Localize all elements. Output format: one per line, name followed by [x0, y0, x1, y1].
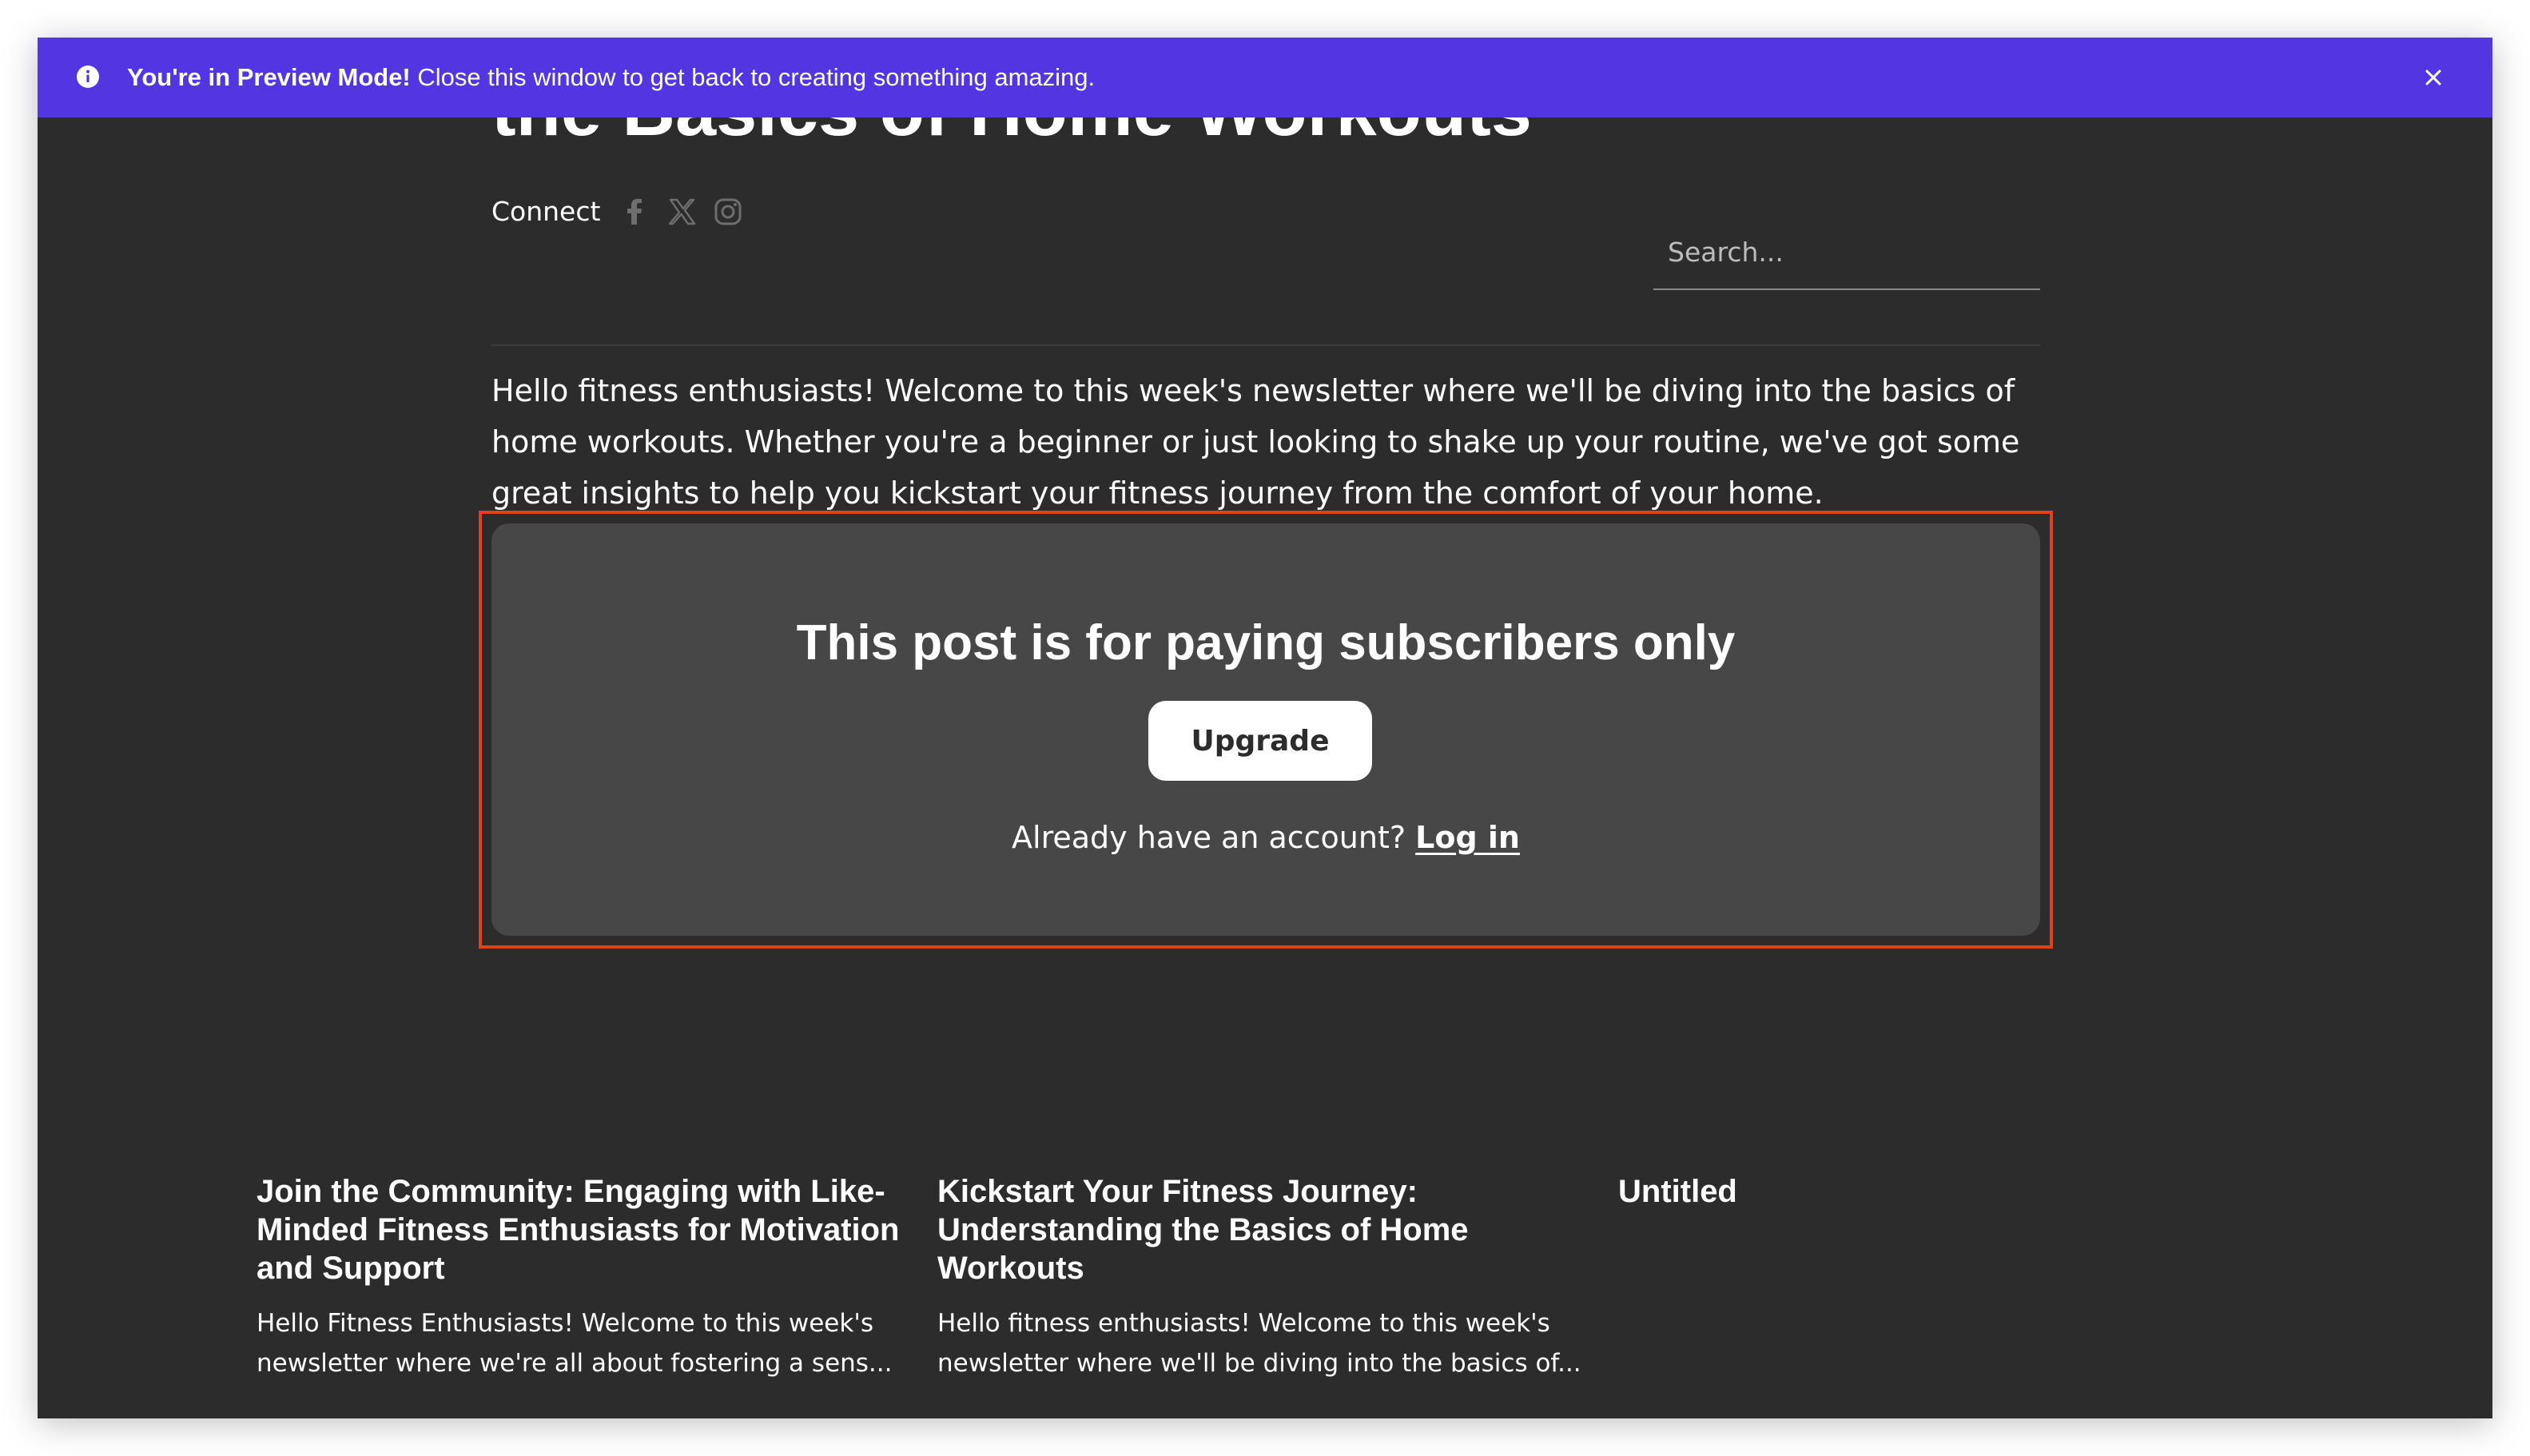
paywall-box: This post is for paying subscribers only… — [491, 523, 2040, 936]
upgrade-button[interactable]: Upgrade — [1148, 701, 1372, 781]
facebook-icon[interactable] — [619, 196, 651, 228]
paywall-title: This post is for paying subscribers only — [796, 615, 1736, 670]
related-post-card[interactable]: Join the Community: Engaging with Like-M… — [257, 1172, 912, 1383]
related-post-title[interactable]: Kickstart Your Fitness Journey: Understa… — [937, 1172, 1593, 1287]
related-post-title[interactable]: Untitled — [1618, 1172, 2273, 1211]
info-icon — [77, 66, 99, 88]
account-prompt: Already have an account? Log in — [491, 818, 2040, 857]
header-divider — [491, 344, 2040, 346]
related-post-title[interactable]: Join the Community: Engaging with Like-M… — [257, 1172, 912, 1287]
connect-row: Connect — [491, 194, 744, 229]
post-intro: Hello fitness enthusiasts! Welcome to th… — [491, 373, 2020, 511]
preview-mode-text: Close this window to get back to creatin… — [410, 63, 1096, 91]
account-prompt-text: Already have an account? — [1012, 820, 1416, 855]
preview-mode-message: You're in Preview Mode! Close this windo… — [127, 62, 1095, 93]
related-post-excerpt: Hello Fitness Enthusiasts! Welcome to th… — [257, 1309, 893, 1378]
preview-mode-banner: You're in Preview Mode! Close this windo… — [38, 38, 2492, 117]
close-icon[interactable] — [2419, 63, 2448, 92]
related-post-card[interactable]: Untitled — [1618, 1172, 2273, 1211]
preview-window: the Basics of Home Workouts You're in Pr… — [38, 38, 2492, 1418]
preview-mode-bold: You're in Preview Mode! — [127, 63, 411, 91]
related-post-excerpt: Hello fitness enthusiasts! Welcome to th… — [937, 1309, 1581, 1378]
related-post-card[interactable]: Kickstart Your Fitness Journey: Understa… — [937, 1172, 1593, 1383]
x-icon[interactable] — [666, 196, 698, 228]
search-input[interactable] — [1653, 215, 2040, 290]
login-link[interactable]: Log in — [1415, 820, 1520, 855]
connect-label: Connect — [491, 196, 601, 227]
instagram-icon[interactable] — [712, 196, 744, 228]
